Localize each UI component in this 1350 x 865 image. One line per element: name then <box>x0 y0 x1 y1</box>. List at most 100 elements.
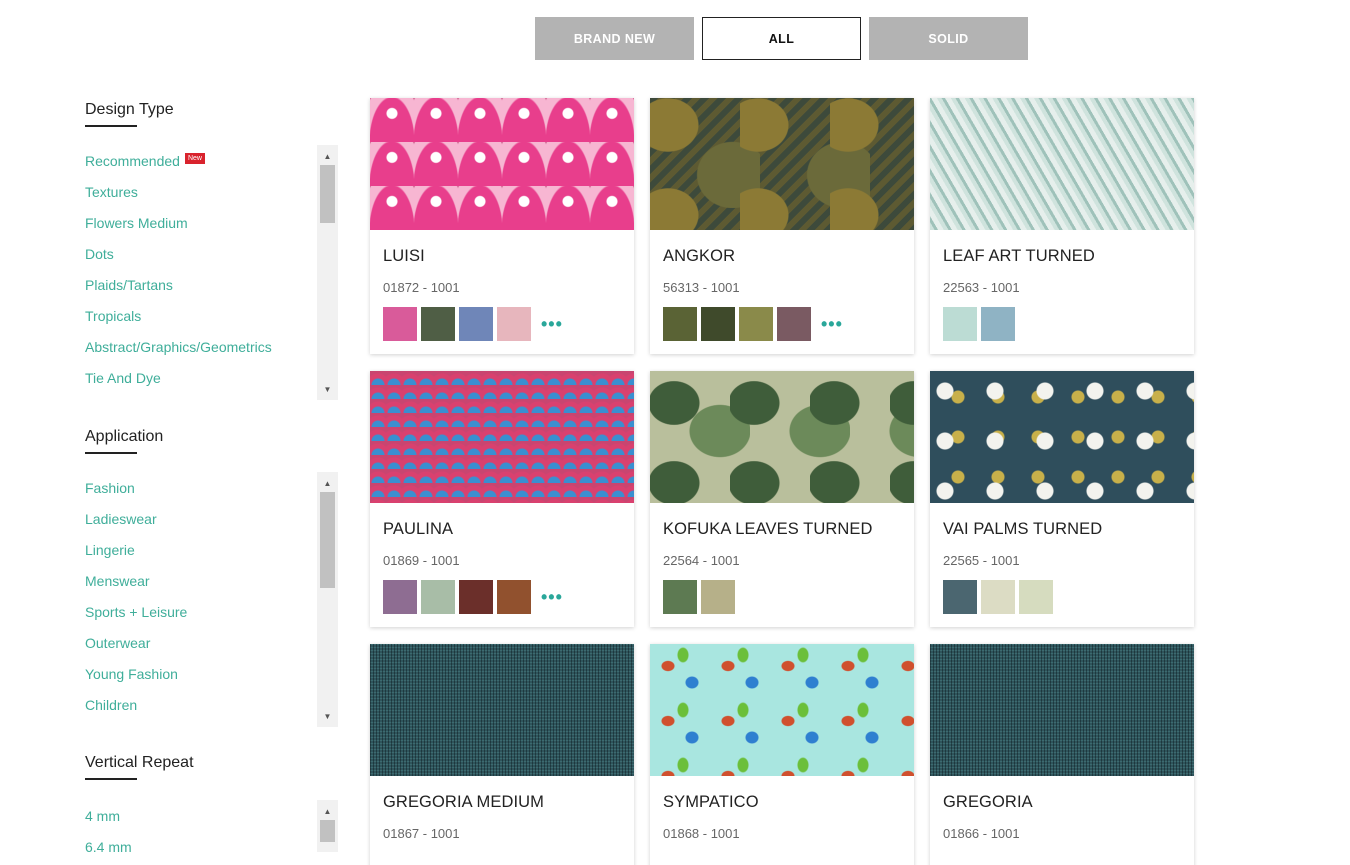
product-image[interactable] <box>930 98 1194 230</box>
color-swatches: ••• <box>383 307 634 341</box>
color-swatches: ••• <box>663 307 914 341</box>
color-swatch[interactable] <box>459 307 493 341</box>
filter-item-fashion[interactable]: Fashion <box>85 472 338 503</box>
new-badge: New <box>184 153 205 164</box>
product-card-leaf-art-turned[interactable]: LEAF ART TURNED 22563 - 1001 <box>930 98 1194 354</box>
product-image[interactable] <box>930 644 1194 776</box>
product-image[interactable] <box>650 644 914 776</box>
product-name[interactable]: PAULINA <box>383 520 634 539</box>
color-swatch[interactable] <box>943 307 977 341</box>
product-name[interactable]: LEAF ART TURNED <box>943 247 1194 266</box>
scroll-up-icon[interactable]: ▲ <box>317 474 338 492</box>
filter-item-6-4mm[interactable]: 6.4 mm <box>85 831 338 853</box>
product-image[interactable] <box>650 98 914 230</box>
product-code: 01867 - 1001 <box>383 826 460 841</box>
product-name[interactable]: GREGORIA <box>943 793 1194 812</box>
more-colors-icon[interactable]: ••• <box>821 315 843 333</box>
filter-item-flowers-medium[interactable]: Flowers Medium <box>85 207 338 238</box>
color-swatch[interactable] <box>421 580 455 614</box>
filter-item-children[interactable]: Children <box>85 689 338 720</box>
scroll-up-icon[interactable]: ▲ <box>317 147 338 165</box>
product-card-kofuka-leaves-turned[interactable]: KOFUKA LEAVES TURNED 22564 - 1001 <box>650 371 914 627</box>
filter-item-abstract[interactable]: Abstract/Graphics/Geometrics <box>85 331 338 362</box>
color-swatch[interactable] <box>739 307 773 341</box>
heading-underline <box>85 452 137 454</box>
color-swatches <box>943 307 1194 341</box>
filter-item-textures[interactable]: Textures <box>85 176 338 207</box>
filter-item-menswear[interactable]: Menswear <box>85 565 338 596</box>
product-card-gregoria[interactable]: GREGORIA 01866 - 1001 <box>930 644 1194 865</box>
scroll-up-icon[interactable]: ▲ <box>317 802 338 820</box>
product-code: 01866 - 1001 <box>943 826 1020 841</box>
color-swatch[interactable] <box>701 580 735 614</box>
product-card-luisi[interactable]: LUISI 01872 - 1001 ••• <box>370 98 634 354</box>
product-name[interactable]: LUISI <box>383 247 634 266</box>
vertical-repeat-title: Vertical Repeat <box>85 754 194 771</box>
product-grid: LUISI 01872 - 1001 ••• ANGKOR 56313 - 10… <box>370 98 1194 865</box>
color-swatch[interactable] <box>421 307 455 341</box>
filter-item-tie-and-dye[interactable]: Tie And Dye <box>85 362 338 393</box>
color-swatch[interactable] <box>497 580 531 614</box>
product-card-angkor[interactable]: ANGKOR 56313 - 1001 ••• <box>650 98 914 354</box>
color-swatches <box>943 580 1194 614</box>
color-swatch[interactable] <box>981 307 1015 341</box>
application-heading: Application <box>85 428 163 454</box>
filter-item-sports-leisure[interactable]: Sports + Leisure <box>85 596 338 627</box>
heading-underline <box>85 125 137 127</box>
product-name[interactable]: GREGORIA MEDIUM <box>383 793 634 812</box>
scroll-thumb[interactable] <box>320 165 335 223</box>
color-swatch[interactable] <box>777 307 811 341</box>
vertical-repeat-list: 4 mm 6.4 mm ▲ <box>85 800 338 852</box>
more-colors-icon[interactable]: ••• <box>541 588 563 606</box>
application-title: Application <box>85 428 164 445</box>
color-swatch[interactable] <box>1019 580 1053 614</box>
product-image[interactable] <box>370 371 634 503</box>
tab-all[interactable]: ALL <box>702 17 861 60</box>
product-image[interactable] <box>930 371 1194 503</box>
product-name[interactable]: VAI PALMS TURNED <box>943 520 1194 539</box>
color-swatch[interactable] <box>459 580 493 614</box>
application-scrollbar[interactable]: ▲ ▼ <box>317 472 338 727</box>
product-card-gregoria-medium[interactable]: GREGORIA MEDIUM 01867 - 1001 <box>370 644 634 865</box>
scroll-down-icon[interactable]: ▼ <box>317 707 338 725</box>
scroll-down-icon[interactable]: ▼ <box>317 380 338 398</box>
product-name[interactable]: SYMPATICO <box>663 793 914 812</box>
scroll-thumb[interactable] <box>320 492 335 588</box>
product-name[interactable]: ANGKOR <box>663 247 914 266</box>
filter-item-young-fashion[interactable]: Young Fashion <box>85 658 338 689</box>
filter-item-lingerie[interactable]: Lingerie <box>85 534 338 565</box>
design-type-heading: Design Type <box>85 101 174 127</box>
filter-item-plaids-tartans[interactable]: Plaids/Tartans <box>85 269 338 300</box>
filter-item-ladieswear[interactable]: Ladieswear <box>85 503 338 534</box>
product-image[interactable] <box>370 98 634 230</box>
product-card-vai-palms-turned[interactable]: VAI PALMS TURNED 22565 - 1001 <box>930 371 1194 627</box>
filter-item-dots[interactable]: Dots <box>85 238 338 269</box>
color-swatch[interactable] <box>497 307 531 341</box>
scroll-thumb[interactable] <box>320 820 335 842</box>
filter-item-4mm[interactable]: 4 mm <box>85 800 338 831</box>
filter-item-outerwear[interactable]: Outerwear <box>85 627 338 658</box>
product-card-paulina[interactable]: PAULINA 01869 - 1001 ••• <box>370 371 634 627</box>
color-swatch[interactable] <box>981 580 1015 614</box>
vertical-repeat-scrollbar[interactable]: ▲ <box>317 800 338 852</box>
more-colors-icon[interactable]: ••• <box>541 315 563 333</box>
product-image[interactable] <box>370 644 634 776</box>
application-list: Fashion Ladieswear Lingerie Menswear Spo… <box>85 472 338 727</box>
product-code: 01872 - 1001 <box>383 280 460 295</box>
product-name[interactable]: KOFUKA LEAVES TURNED <box>663 520 914 539</box>
color-swatch[interactable] <box>383 580 417 614</box>
product-image[interactable] <box>650 371 914 503</box>
tab-solid[interactable]: SOLID <box>869 17 1028 60</box>
design-type-scrollbar[interactable]: ▲ ▼ <box>317 145 338 400</box>
color-swatch[interactable] <box>663 307 697 341</box>
color-swatch[interactable] <box>943 580 977 614</box>
heading-underline <box>85 778 137 780</box>
color-swatch[interactable] <box>701 307 735 341</box>
filter-item-recommended[interactable]: Recommended New <box>85 145 338 176</box>
tab-brand-new[interactable]: BRAND NEW <box>535 17 694 60</box>
color-swatch[interactable] <box>663 580 697 614</box>
product-card-sympatico[interactable]: SYMPATICO 01868 - 1001 <box>650 644 914 865</box>
color-swatches: ••• <box>383 580 634 614</box>
color-swatch[interactable] <box>383 307 417 341</box>
filter-item-tropicals[interactable]: Tropicals <box>85 300 338 331</box>
